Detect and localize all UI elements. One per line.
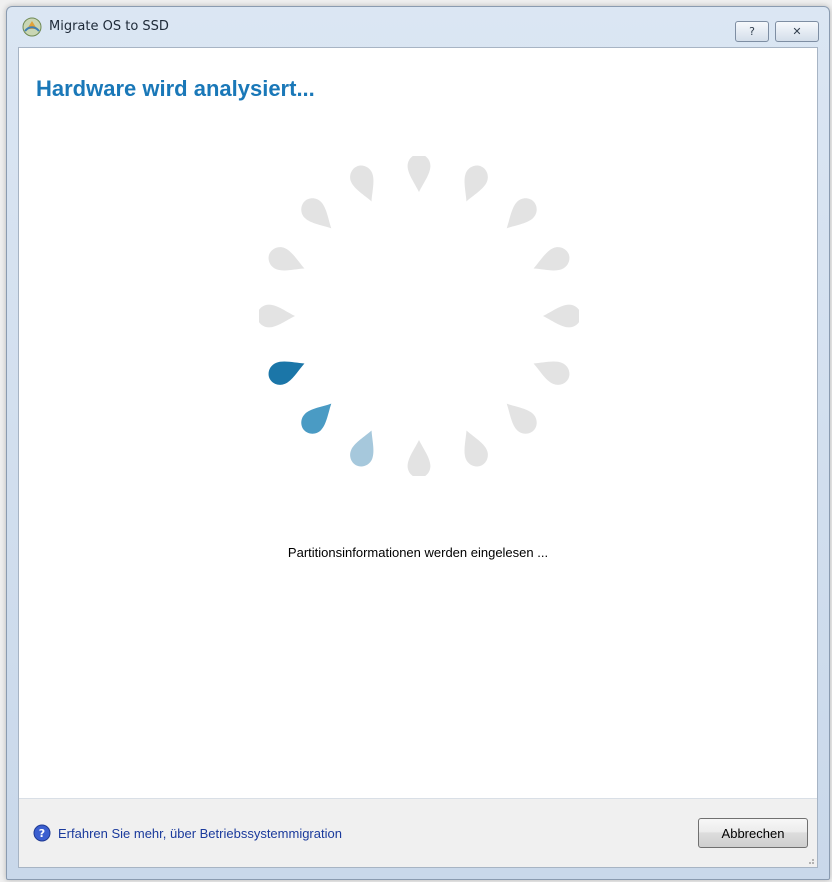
status-text: Partitionsinformationen werden eingelese… [287,545,549,560]
dialog-window: Migrate OS to SSD ? ✕ Hardware wird anal… [6,6,830,880]
spinner-segment [533,361,570,385]
help-link-label: Erfahren Sie mehr, über Betriebssystemmi… [58,825,342,841]
app-icon [22,17,42,37]
spinner-segment [407,440,431,476]
spinner-segment [464,165,488,202]
close-button[interactable]: ✕ [775,21,819,42]
window-title: Migrate OS to SSD [49,19,169,34]
cancel-button[interactable]: Abbrechen [698,818,808,848]
spinner-segment [268,247,305,271]
spinner-segment [301,403,332,434]
spinner-segment [533,247,570,271]
title-bar[interactable]: Migrate OS to SSD ? ✕ [7,7,829,47]
spinner-segment [268,361,305,385]
page-title: Hardware wird analysiert... [36,76,315,101]
dialog-content: Hardware wird analysiert... Partitionsin… [18,47,818,868]
spinner-segment [506,198,537,229]
spinner-segment [543,304,579,328]
help-question-icon: ? [33,824,51,842]
spinner-segment [350,430,374,467]
help-button[interactable]: ? [735,21,769,42]
spinner-segment [464,430,488,467]
dialog-footer: ? Erfahren Sie mehr, über Betriebssystem… [19,798,817,867]
spinner-segment [350,165,374,202]
spinner-segment [301,198,332,229]
spinner-segment [259,304,295,328]
spinner-segment [407,156,431,192]
help-link[interactable]: ? Erfahren Sie mehr, über Betriebssystem… [33,824,342,842]
svg-text:?: ? [39,827,45,840]
loading-spinner-icon [259,156,579,476]
spinner-segment [506,403,537,434]
resize-grip-icon[interactable] [805,855,815,865]
